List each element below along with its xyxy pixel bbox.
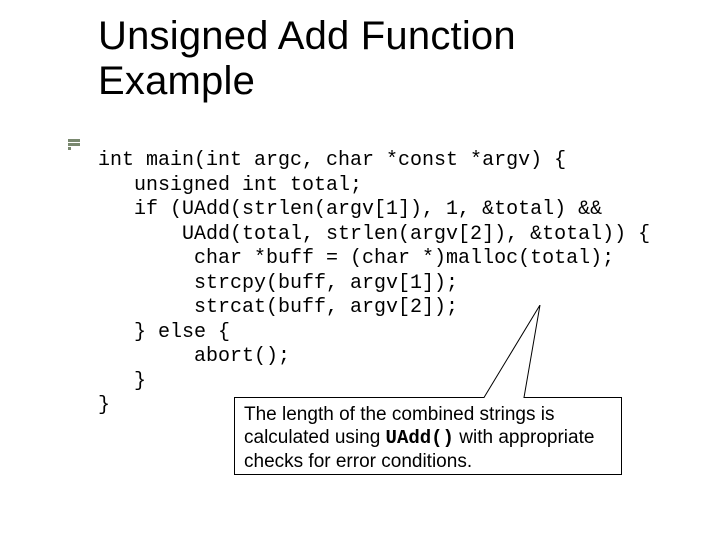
callout-text: The length of the combined strings is ca… — [244, 403, 614, 474]
callout-mono: UAdd() — [386, 427, 454, 449]
slide: Unsigned Add Function Example int main(i… — [0, 0, 720, 540]
slide-title: Unsigned Add Function Example — [98, 14, 516, 104]
bullet-icon — [68, 139, 80, 151]
